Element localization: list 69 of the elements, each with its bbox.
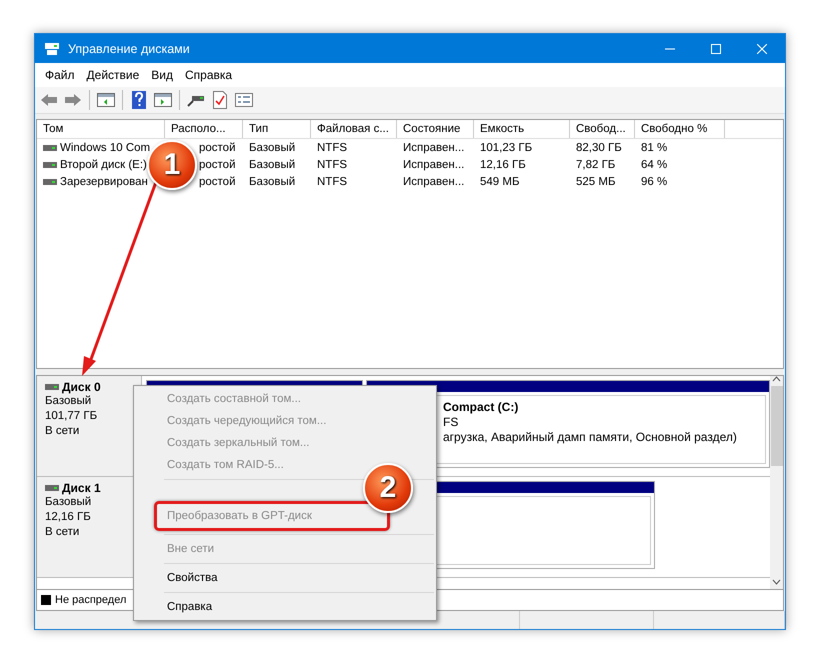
maximize-icon — [711, 44, 721, 54]
column-header[interactable]: Располо... — [165, 120, 243, 138]
legend-label: Не распредел — [55, 594, 126, 606]
window-title: Управление дисками — [68, 42, 191, 56]
drive-icon[interactable] — [187, 93, 205, 107]
table-cell: Базовый — [249, 142, 296, 154]
disk-name: Диск 1 — [62, 481, 101, 495]
table-cell: NTFS — [317, 158, 348, 170]
table-cell: 96 % — [641, 176, 668, 188]
document-check-icon[interactable] — [213, 91, 227, 109]
table-cell: 7,82 ГБ — [576, 158, 616, 170]
table-cell: 64 % — [641, 158, 668, 170]
table-cell: 525 МБ — [576, 176, 616, 188]
table-cell: 81 % — [641, 142, 668, 154]
disk-status: В сети — [45, 525, 80, 540]
menu-item[interactable]: Файл — [39, 68, 81, 82]
drive-icon — [43, 178, 57, 184]
table-cell: ростой — [199, 158, 236, 170]
disk-size: 101,77 ГБ — [45, 409, 98, 424]
column-header[interactable]: Том — [37, 120, 165, 138]
column-header[interactable]: Состояние — [397, 120, 474, 138]
scrollbar[interactable] — [770, 376, 783, 589]
column-header[interactable]: Емкость — [474, 120, 570, 138]
menu-item[interactable]: Справка — [134, 596, 436, 618]
table-cell: 12,16 ГБ — [480, 158, 526, 170]
table-cell: Исправен... — [403, 142, 464, 154]
table-cell: Зарезервирован — [60, 176, 148, 188]
drive-icon — [43, 162, 57, 168]
table-cell: Исправен... — [403, 176, 464, 188]
drive-icon — [45, 384, 59, 390]
panel-icon[interactable] — [97, 93, 115, 107]
column-header[interactable]: Файловая с... — [311, 120, 397, 138]
table-cell: ростой — [199, 142, 236, 154]
table-cell: Второй диск (E:) — [60, 158, 147, 170]
column-header[interactable]: Свобод... — [570, 120, 635, 138]
close-icon — [757, 44, 767, 54]
table-cell: 549 МБ — [480, 176, 520, 188]
scroll-down-icon[interactable] — [772, 579, 781, 585]
disk-management-icon — [44, 42, 60, 56]
table-cell: Исправен... — [403, 158, 464, 170]
menu-item[interactable]: Действие — [80, 68, 146, 82]
partition-text: FS — [443, 415, 460, 430]
panel-icon[interactable] — [154, 93, 172, 107]
forward-arrow-icon[interactable] — [64, 93, 82, 107]
drive-icon — [45, 485, 59, 491]
table-cell: 82,30 ГБ — [576, 142, 622, 154]
table-cell: NTFS — [317, 176, 348, 188]
column-header[interactable]: Свободно % — [635, 120, 725, 138]
disk-name: Диск 0 — [62, 380, 101, 394]
table-cell: NTFS — [317, 142, 348, 154]
disk-type: Базовый — [45, 495, 92, 510]
menu-item[interactable]: Вид — [145, 68, 179, 82]
table-cell: Базовый — [249, 176, 296, 188]
disk-status: В сети — [45, 424, 80, 439]
disk-type: Базовый — [45, 394, 92, 409]
table-cell: 101,23 ГБ — [480, 142, 532, 154]
scroll-up-icon[interactable] — [772, 376, 781, 382]
drive-icon — [43, 144, 57, 150]
partition-text: агрузка, Аварийный дамп памяти, Основной раздел) — [443, 430, 738, 445]
menu-item[interactable]: Свойства — [134, 567, 436, 589]
table-cell: ростой — [199, 176, 236, 188]
back-arrow-icon[interactable] — [40, 93, 58, 107]
column-header[interactable]: Тип — [243, 120, 311, 138]
menu-item[interactable]: Справка — [179, 68, 238, 82]
checklist-icon[interactable] — [235, 93, 253, 107]
help-icon[interactable] — [132, 91, 146, 109]
partition-text: Compact (C:) — [443, 400, 520, 415]
disk-size: 12,16 ГБ — [45, 510, 92, 525]
table-cell: Базовый — [249, 158, 296, 170]
